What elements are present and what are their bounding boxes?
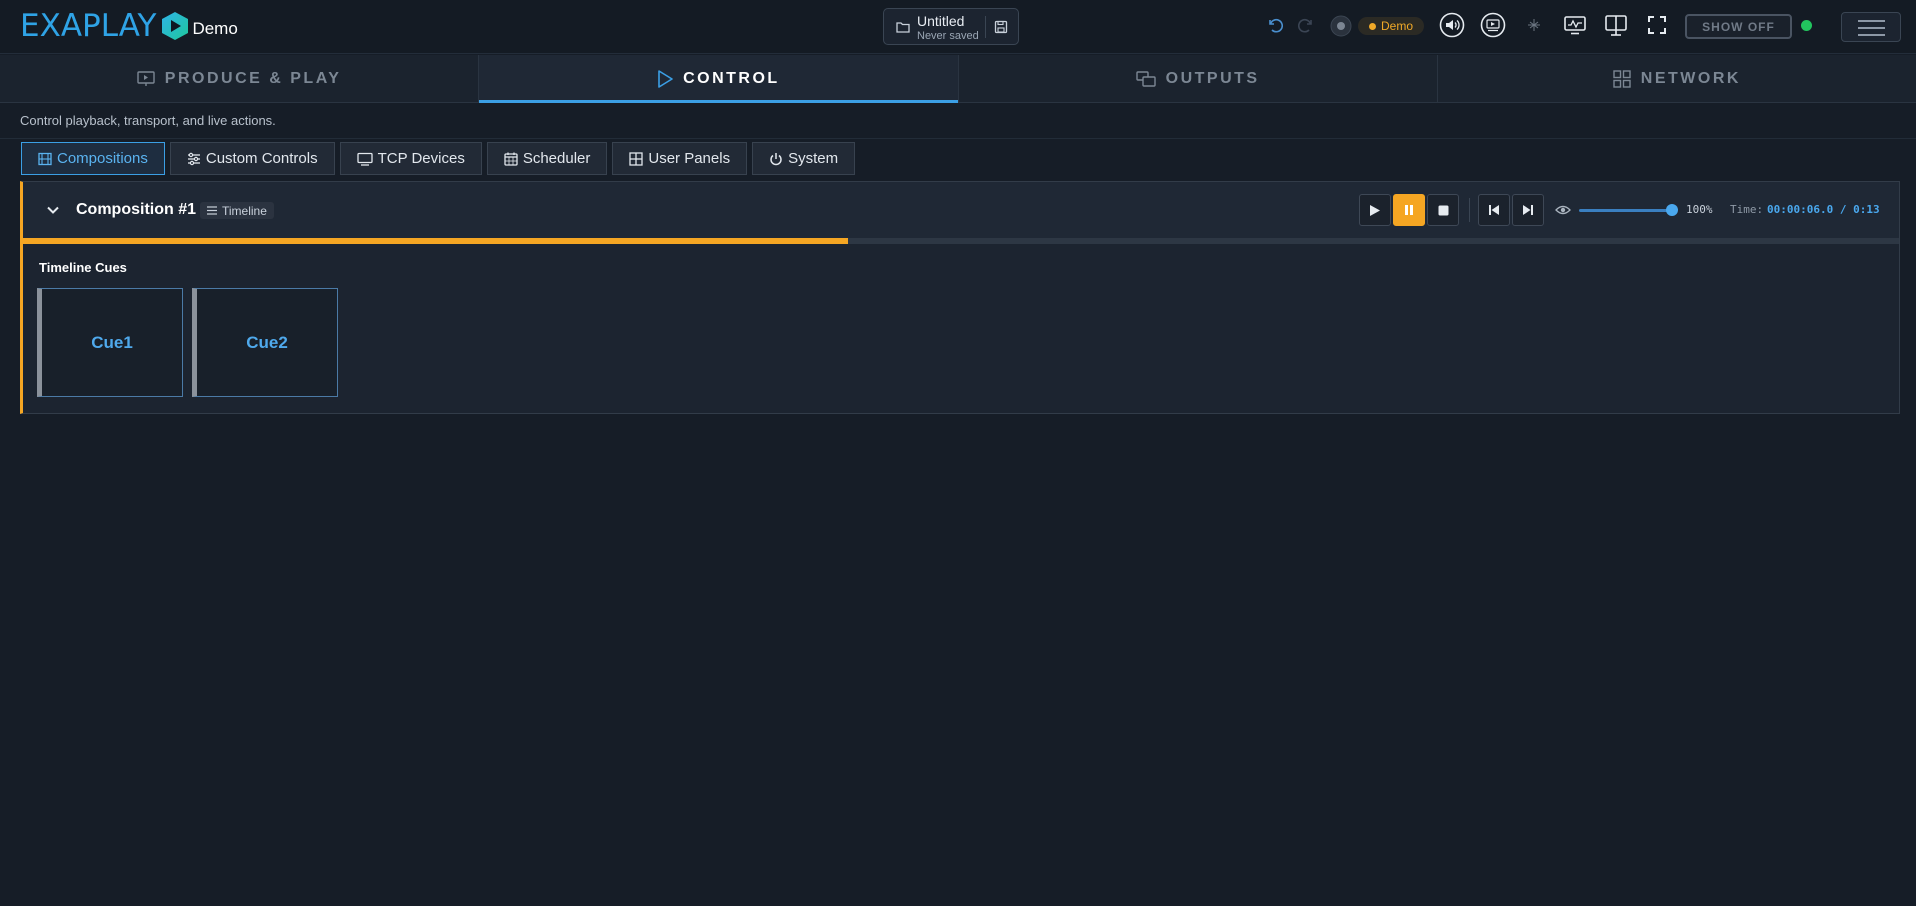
cue-button[interactable]: Cue1 xyxy=(37,288,183,397)
next-button[interactable] xyxy=(1512,194,1544,226)
fullscreen-icon[interactable] xyxy=(1648,16,1666,34)
demo-badge: Demo xyxy=(1358,17,1424,35)
file-name: Untitled xyxy=(917,13,965,29)
mode-label: Timeline xyxy=(222,203,267,218)
redo-icon[interactable] xyxy=(1298,16,1316,34)
volume-slider[interactable] xyxy=(1579,209,1671,212)
sliders-icon xyxy=(187,152,200,165)
file-save-status: Never saved xyxy=(917,30,979,42)
undo-icon[interactable] xyxy=(1265,16,1283,34)
composition-title: Composition #1 xyxy=(76,201,197,218)
logo-hexagon-icon xyxy=(162,12,189,40)
divider xyxy=(985,16,986,38)
tab-produce-play[interactable]: PRODUCE & PLAY xyxy=(0,55,480,102)
tab-label: CONTROL xyxy=(683,69,780,87)
subtab-system[interactable]: System xyxy=(752,142,856,175)
stop-icon xyxy=(1438,205,1448,215)
volume-slider-handle[interactable] xyxy=(1666,204,1678,216)
tab-label: OUTPUTS xyxy=(1165,69,1260,87)
calendar-icon xyxy=(504,152,518,166)
tab-network[interactable]: NETWORK xyxy=(1438,55,1916,102)
divider xyxy=(0,138,1916,139)
pause-button[interactable] xyxy=(1393,194,1425,226)
composition-panel: Composition #1 Timeline 100% Time: 00:00… xyxy=(20,181,1900,414)
list-icon xyxy=(207,206,217,215)
time-readout: 00:00:06.0 / 0:13 xyxy=(1767,203,1880,216)
panels-icon xyxy=(629,151,644,166)
demo-dot-icon xyxy=(1368,22,1376,30)
play-icon xyxy=(658,69,673,88)
volume-value: 100% xyxy=(1686,203,1713,216)
sub-tab-bar: Compositions Custom Controls TCP Devices xyxy=(21,142,856,175)
tab-control[interactable]: CONTROL xyxy=(479,55,959,103)
grid-icon xyxy=(1613,69,1631,88)
connection-status-indicator xyxy=(1801,20,1812,31)
skip-forward-icon xyxy=(1523,205,1533,215)
divider xyxy=(1469,198,1470,222)
eye-icon[interactable] xyxy=(1555,204,1571,216)
save-icon[interactable] xyxy=(994,20,1008,34)
pause-icon xyxy=(1405,205,1413,215)
tab-outputs[interactable]: OUTPUTS xyxy=(959,55,1438,102)
main-menu-button[interactable] xyxy=(1841,12,1901,42)
skip-back-icon xyxy=(1489,205,1499,215)
tab-label: PRODUCE & PLAY xyxy=(164,69,342,87)
folder-icon xyxy=(896,22,910,33)
media-player-icon[interactable] xyxy=(1480,12,1506,38)
playback-progress-bar[interactable] xyxy=(23,238,1899,244)
logo-text: EXAPLAY xyxy=(20,8,157,44)
subtab-label: User Panels xyxy=(648,150,731,167)
play-button[interactable] xyxy=(1359,194,1391,226)
audio-icon[interactable] xyxy=(1439,12,1465,38)
subtab-label: Scheduler xyxy=(522,150,591,167)
top-header: EXAPLAY Demo Untitled Never saved Demo S… xyxy=(0,0,1916,54)
main-tab-bar: PRODUCE & PLAY CONTROL OUTPUTS NETWORK xyxy=(0,55,1916,103)
subtab-scheduler[interactable]: Scheduler xyxy=(486,142,608,175)
page-subtitle: Control playback, transport, and live ac… xyxy=(20,113,276,128)
split-screen-icon[interactable] xyxy=(1605,15,1627,36)
subtab-compositions[interactable]: Compositions xyxy=(21,142,165,175)
subtab-label: TCP Devices xyxy=(377,150,465,167)
play-icon xyxy=(1370,204,1380,216)
show-toggle-button[interactable]: SHOW OFF xyxy=(1685,14,1792,39)
subtab-user-panels[interactable]: User Panels xyxy=(612,142,748,175)
demo-badge-label: Demo xyxy=(1380,19,1413,33)
playback-progress-fill xyxy=(23,238,849,244)
power-icon xyxy=(770,152,782,165)
record-icon[interactable] xyxy=(1330,15,1352,37)
network-off-icon[interactable] xyxy=(1526,17,1542,33)
tab-label: NETWORK xyxy=(1640,69,1741,87)
app-logo: EXAPLAY Demo xyxy=(20,8,238,44)
cue-button[interactable]: Cue2 xyxy=(192,288,338,397)
presentation-icon xyxy=(137,70,155,86)
subtab-label: System xyxy=(788,150,839,167)
composition-header: Composition #1 Timeline 100% Time: 00:00… xyxy=(23,182,1899,238)
file-status-box[interactable]: Untitled Never saved xyxy=(883,8,1019,45)
previous-button[interactable] xyxy=(1478,194,1510,226)
subtab-tcp-devices[interactable]: TCP Devices xyxy=(339,142,482,175)
composition-mode-badge: Timeline xyxy=(200,202,274,219)
outputs-icon xyxy=(1135,70,1156,87)
monitor-activity-icon[interactable] xyxy=(1564,16,1586,35)
timeline-cues-heading: Timeline Cues xyxy=(39,260,127,275)
hamburger-icon xyxy=(1858,20,1885,22)
time-label: Time: xyxy=(1730,203,1764,216)
logo-suffix: Demo xyxy=(192,19,238,38)
monitor-icon xyxy=(356,152,373,166)
chevron-down-icon[interactable] xyxy=(46,203,60,217)
subtab-label: Compositions xyxy=(57,150,148,167)
subtab-custom-controls[interactable]: Custom Controls xyxy=(169,142,335,175)
film-icon xyxy=(38,152,52,165)
subtab-label: Custom Controls xyxy=(205,150,318,167)
stop-button[interactable] xyxy=(1427,194,1459,226)
